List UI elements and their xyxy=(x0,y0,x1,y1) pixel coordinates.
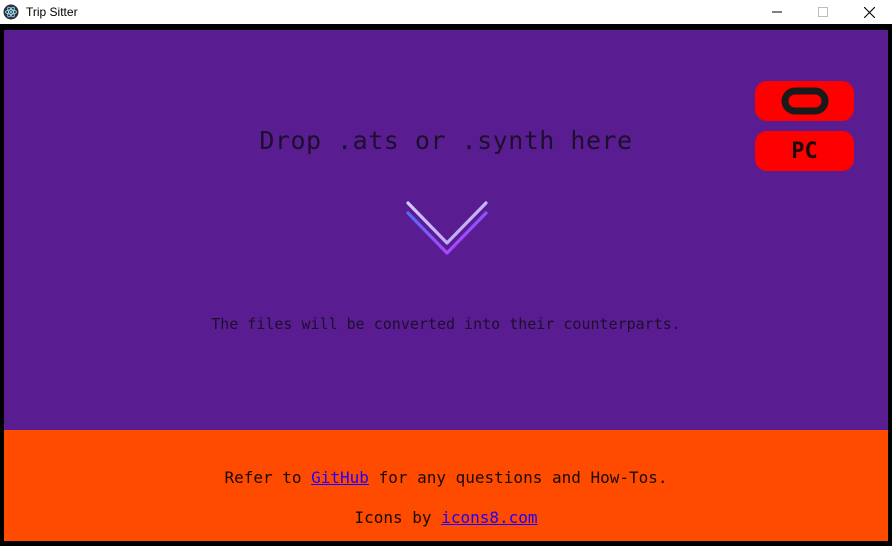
close-button[interactable] xyxy=(846,0,892,24)
maximize-icon xyxy=(818,7,828,17)
close-icon xyxy=(863,6,875,18)
chevron-down-icon xyxy=(406,201,488,255)
github-link[interactable]: GitHub xyxy=(311,468,369,487)
footer-help-prefix: Refer to xyxy=(224,468,312,487)
minimize-icon xyxy=(772,11,782,13)
app-icon xyxy=(3,4,19,20)
file-drop-zone[interactable]: Drop .ats or .synth here The files will … xyxy=(4,30,888,430)
drop-subtitle: The files will be converted into their c… xyxy=(211,315,681,333)
pc-button[interactable]: PC xyxy=(755,131,854,171)
oculus-icon xyxy=(781,87,828,115)
app-content: Drop .ats or .synth here The files will … xyxy=(4,30,888,541)
icons8-link[interactable]: icons8.com xyxy=(441,508,537,527)
footer-help-line: Refer to GitHub for any questions and Ho… xyxy=(4,468,888,487)
quest-button[interactable] xyxy=(755,81,854,121)
footer-credits-line: Icons by icons8.com xyxy=(4,508,888,527)
footer-credits-prefix: Icons by xyxy=(354,508,442,527)
window-title: Trip Sitter xyxy=(26,5,78,19)
window-controls xyxy=(754,0,892,24)
footer: Refer to GitHub for any questions and Ho… xyxy=(4,430,888,541)
pc-button-label: PC xyxy=(791,138,818,164)
window-titlebar[interactable]: Trip Sitter xyxy=(0,0,892,24)
maximize-button[interactable] xyxy=(800,0,846,24)
minimize-button[interactable] xyxy=(754,0,800,24)
footer-help-suffix: for any questions and How-Tos. xyxy=(368,468,668,487)
